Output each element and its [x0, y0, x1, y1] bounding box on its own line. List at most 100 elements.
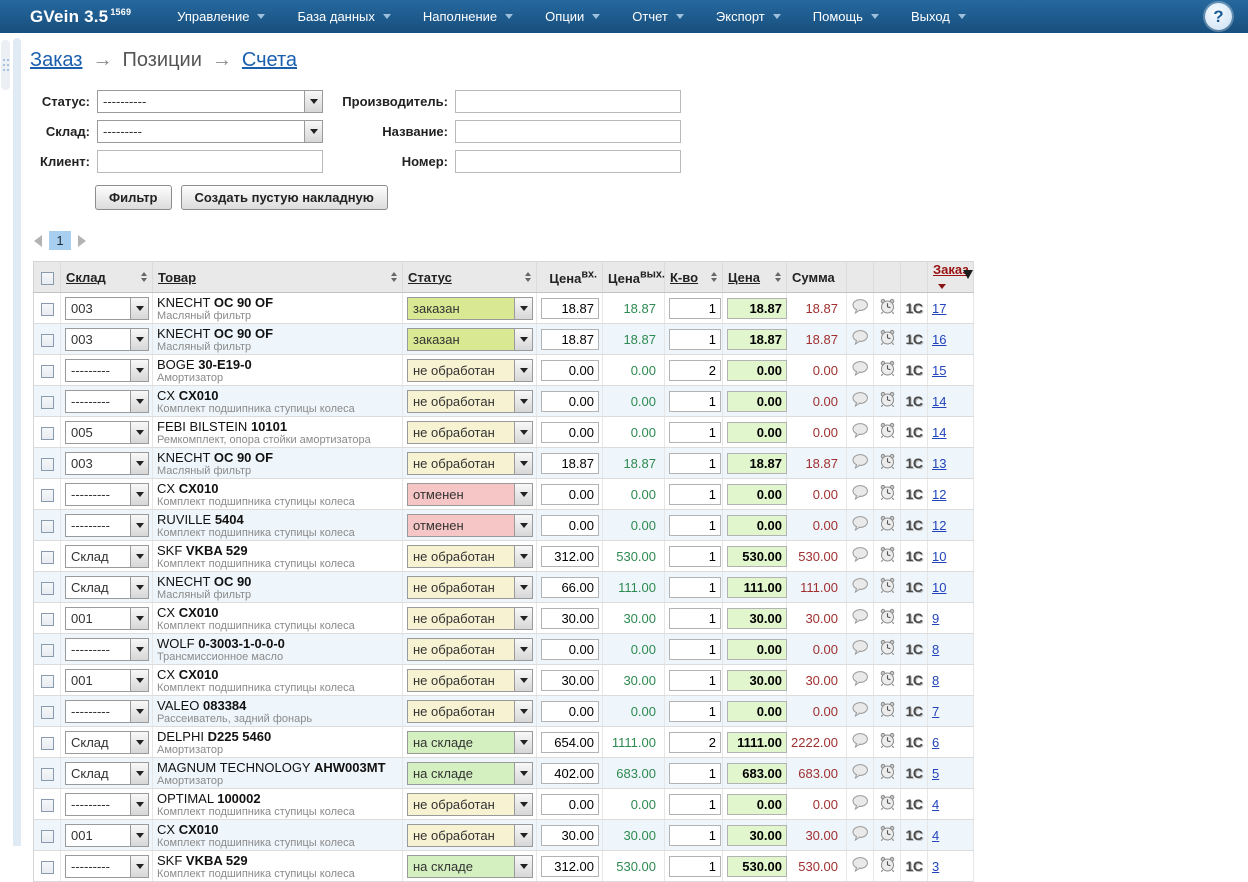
- 1c-icon[interactable]: 1С: [906, 672, 923, 688]
- comment-icon[interactable]: [852, 733, 869, 748]
- status-select[interactable]: не обработан: [407, 421, 533, 444]
- price-in-input[interactable]: [541, 453, 599, 474]
- splitter-bar[interactable]: [13, 38, 21, 846]
- order-link[interactable]: 16: [932, 332, 946, 347]
- header-warehouse[interactable]: Склад: [66, 270, 106, 285]
- qty-input[interactable]: [669, 298, 721, 319]
- status-select[interactable]: не обработан: [407, 793, 533, 816]
- price-input[interactable]: [727, 360, 787, 381]
- qty-input[interactable]: [669, 732, 721, 753]
- 1c-icon[interactable]: 1С: [906, 486, 923, 502]
- warehouse-select[interactable]: 001: [65, 824, 149, 847]
- price-in-input[interactable]: [541, 577, 599, 598]
- splitter-grip-icon[interactable]: [1, 40, 10, 90]
- qty-input[interactable]: [669, 484, 721, 505]
- price-in-input[interactable]: [541, 639, 599, 660]
- comment-icon[interactable]: [852, 330, 869, 345]
- price-in-input[interactable]: [541, 794, 599, 815]
- row-checkbox[interactable]: [41, 675, 54, 688]
- comment-icon[interactable]: [852, 423, 869, 438]
- price-input[interactable]: [727, 298, 787, 319]
- warehouse-select[interactable]: Склад: [65, 731, 149, 754]
- qty-input[interactable]: [669, 856, 721, 877]
- price-in-input[interactable]: [541, 360, 599, 381]
- alarm-clock-icon[interactable]: [879, 856, 896, 873]
- comment-icon[interactable]: [852, 392, 869, 407]
- status-select[interactable]: не обработан: [407, 824, 533, 847]
- comment-icon[interactable]: [852, 547, 869, 562]
- comment-icon[interactable]: [852, 702, 869, 717]
- 1c-icon[interactable]: 1С: [906, 300, 923, 316]
- price-input[interactable]: [727, 453, 787, 474]
- warehouse-filter-select[interactable]: ---------: [97, 120, 323, 143]
- qty-input[interactable]: [669, 453, 721, 474]
- row-checkbox[interactable]: [41, 768, 54, 781]
- warehouse-select[interactable]: ---------: [65, 514, 149, 537]
- number-input[interactable]: [455, 150, 681, 173]
- qty-input[interactable]: [669, 639, 721, 660]
- qty-input[interactable]: [669, 546, 721, 567]
- price-input[interactable]: [727, 391, 787, 412]
- qty-input[interactable]: [669, 329, 721, 350]
- menu-baza-dannyh[interactable]: База данных: [281, 9, 406, 24]
- sort-icon[interactable]: [141, 272, 147, 282]
- name-input[interactable]: [455, 120, 681, 143]
- 1c-icon[interactable]: 1С: [906, 548, 923, 564]
- breadcrumb-invoices-link[interactable]: Счета: [242, 49, 297, 72]
- price-in-input[interactable]: [541, 701, 599, 722]
- qty-input[interactable]: [669, 391, 721, 412]
- alarm-clock-icon[interactable]: [879, 546, 896, 563]
- qty-input[interactable]: [669, 360, 721, 381]
- comment-icon[interactable]: [852, 764, 869, 779]
- menu-otchet[interactable]: Отчет: [616, 9, 700, 24]
- header-status[interactable]: Статус: [408, 270, 452, 285]
- order-link[interactable]: 15: [932, 363, 946, 378]
- select-all-checkbox[interactable]: [41, 272, 54, 285]
- row-checkbox[interactable]: [41, 458, 54, 471]
- row-checkbox[interactable]: [41, 489, 54, 502]
- row-checkbox[interactable]: [41, 830, 54, 843]
- price-in-input[interactable]: [541, 329, 599, 350]
- price-input[interactable]: [727, 546, 787, 567]
- order-link[interactable]: 3: [932, 859, 939, 874]
- status-select[interactable]: не обработан: [407, 359, 533, 382]
- price-input[interactable]: [727, 329, 787, 350]
- row-checkbox[interactable]: [41, 861, 54, 874]
- warehouse-select[interactable]: 003: [65, 452, 149, 475]
- warehouse-select[interactable]: 003: [65, 328, 149, 351]
- status-select[interactable]: не обработан: [407, 607, 533, 630]
- warehouse-select[interactable]: ---------: [65, 700, 149, 723]
- price-in-input[interactable]: [541, 391, 599, 412]
- breadcrumb-order-link[interactable]: Заказ: [30, 49, 82, 72]
- comment-icon[interactable]: [852, 857, 869, 872]
- 1c-icon[interactable]: 1С: [906, 703, 923, 719]
- sort-icon[interactable]: [775, 272, 781, 282]
- prev-page-icon[interactable]: [34, 235, 42, 247]
- status-select[interactable]: не обработан: [407, 545, 533, 568]
- order-link[interactable]: 14: [932, 425, 946, 440]
- alarm-clock-icon[interactable]: [879, 825, 896, 842]
- alarm-clock-icon[interactable]: [879, 577, 896, 594]
- alarm-clock-icon[interactable]: [879, 515, 896, 532]
- row-checkbox[interactable]: [41, 520, 54, 533]
- 1c-icon[interactable]: 1С: [906, 579, 923, 595]
- price-input[interactable]: [727, 577, 787, 598]
- comment-icon[interactable]: [852, 485, 869, 500]
- qty-input[interactable]: [669, 422, 721, 443]
- price-input[interactable]: [727, 732, 787, 753]
- order-link[interactable]: 17: [932, 301, 946, 316]
- 1c-icon[interactable]: 1С: [906, 827, 923, 843]
- row-checkbox[interactable]: [41, 644, 54, 657]
- alarm-clock-icon[interactable]: [879, 329, 896, 346]
- status-select[interactable]: заказан: [407, 328, 533, 351]
- price-in-input[interactable]: [541, 608, 599, 629]
- 1c-icon[interactable]: 1С: [906, 362, 923, 378]
- comment-icon[interactable]: [852, 516, 869, 531]
- price-in-input[interactable]: [541, 825, 599, 846]
- qty-input[interactable]: [669, 794, 721, 815]
- warehouse-select[interactable]: Склад: [65, 762, 149, 785]
- price-in-input[interactable]: [541, 484, 599, 505]
- next-page-icon[interactable]: [78, 235, 86, 247]
- comment-icon[interactable]: [852, 299, 869, 314]
- order-link[interactable]: 6: [932, 735, 939, 750]
